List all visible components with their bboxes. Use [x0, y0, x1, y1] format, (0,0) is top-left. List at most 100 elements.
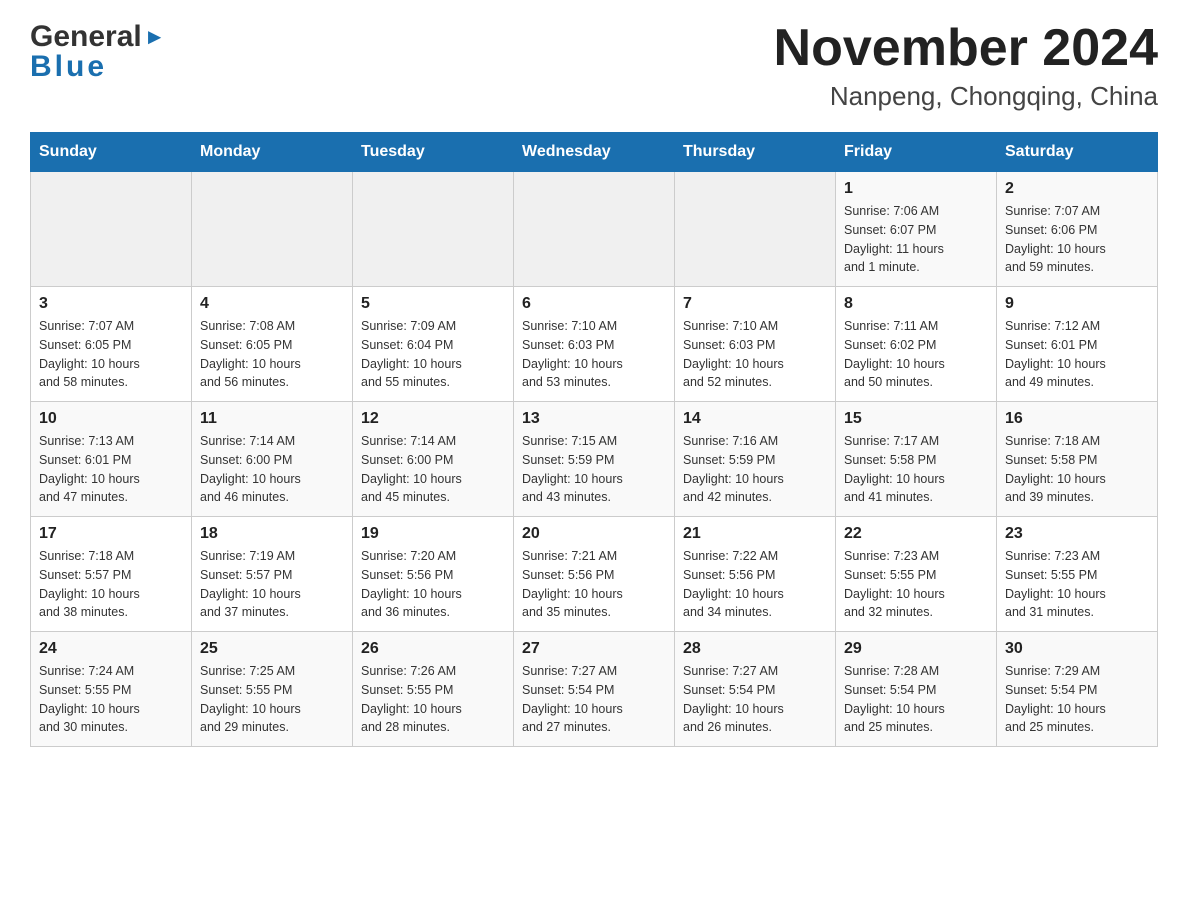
day-info: Sunrise: 7:09 AMSunset: 6:04 PMDaylight:…: [361, 317, 505, 392]
weekday-header-thursday: Thursday: [675, 133, 836, 172]
day-number: 6: [522, 295, 666, 313]
day-info: Sunrise: 7:14 AMSunset: 6:00 PMDaylight:…: [361, 432, 505, 507]
day-number: 7: [683, 295, 827, 313]
day-info: Sunrise: 7:11 AMSunset: 6:02 PMDaylight:…: [844, 317, 988, 392]
calendar-cell: 20 Sunrise: 7:21 AMSunset: 5:56 PMDayligh…: [514, 517, 675, 632]
calendar-cell: 15 Sunrise: 7:17 AMSunset: 5:58 PMDayligh…: [836, 402, 997, 517]
calendar-cell: 3 Sunrise: 7:07 AMSunset: 6:05 PMDaylight…: [31, 287, 192, 402]
calendar-table: SundayMondayTuesdayWednesdayThursdayFrid…: [30, 132, 1158, 747]
header: General► Blue November 2024 Nanpeng, Cho…: [30, 20, 1158, 112]
calendar-cell: 28 Sunrise: 7:27 AMSunset: 5:54 PMDayligh…: [675, 632, 836, 747]
calendar-cell: 10Sunrise: 7:13 AMSunset: 6:01 PMDayligh…: [31, 402, 192, 517]
calendar-cell: [31, 172, 192, 287]
calendar-cell: 11Sunrise: 7:14 AMSunset: 6:00 PMDayligh…: [192, 402, 353, 517]
calendar-cell: 14 Sunrise: 7:16 AMSunset: 5:59 PMDayligh…: [675, 402, 836, 517]
day-number: 15: [844, 410, 988, 428]
calendar-week-3: 10Sunrise: 7:13 AMSunset: 6:01 PMDayligh…: [31, 402, 1158, 517]
location-title: Nanpeng, Chongqing, China: [774, 81, 1158, 112]
day-number: 4: [200, 295, 344, 313]
calendar-cell: 6 Sunrise: 7:10 AMSunset: 6:03 PMDaylight…: [514, 287, 675, 402]
calendar-week-1: 1Sunrise: 7:06 AMSunset: 6:07 PMDaylight…: [31, 172, 1158, 287]
day-info: Sunrise: 7:27 AMSunset: 5:54 PMDaylight:…: [522, 662, 666, 737]
day-number: 29: [844, 640, 988, 658]
logo-line1: General►: [30, 20, 166, 54]
weekday-header-monday: Monday: [192, 133, 353, 172]
day-info: Sunrise: 7:16 AMSunset: 5:59 PMDaylight:…: [683, 432, 827, 507]
calendar-cell: [353, 172, 514, 287]
weekday-header-friday: Friday: [836, 133, 997, 172]
day-number: 25: [200, 640, 344, 658]
day-info: Sunrise: 7:08 AMSunset: 6:05 PMDaylight:…: [200, 317, 344, 392]
day-number: 10: [39, 410, 183, 428]
calendar-body: 1Sunrise: 7:06 AMSunset: 6:07 PMDaylight…: [31, 172, 1158, 747]
calendar-cell: 2Sunrise: 7:07 AMSunset: 6:06 PMDaylight…: [997, 172, 1158, 287]
day-number: 26: [361, 640, 505, 658]
day-number: 28: [683, 640, 827, 658]
calendar-cell: 27 Sunrise: 7:27 AMSunset: 5:54 PMDayligh…: [514, 632, 675, 747]
day-number: 13: [522, 410, 666, 428]
calendar-cell: [514, 172, 675, 287]
day-info: Sunrise: 7:15 AMSunset: 5:59 PMDaylight:…: [522, 432, 666, 507]
month-title: November 2024: [774, 20, 1158, 77]
weekday-header-saturday: Saturday: [997, 133, 1158, 172]
calendar-week-2: 3 Sunrise: 7:07 AMSunset: 6:05 PMDaylight…: [31, 287, 1158, 402]
day-info: Sunrise: 7:19 AMSunset: 5:57 PMDaylight:…: [200, 547, 344, 622]
logo-general-text: General: [30, 20, 142, 54]
calendar-cell: 12 Sunrise: 7:14 AMSunset: 6:00 PMDayligh…: [353, 402, 514, 517]
day-number: 19: [361, 525, 505, 543]
calendar-week-5: 24 Sunrise: 7:24 AMSunset: 5:55 PMDayligh…: [31, 632, 1158, 747]
calendar-cell: 5 Sunrise: 7:09 AMSunset: 6:04 PMDaylight…: [353, 287, 514, 402]
day-number: 22: [844, 525, 988, 543]
day-info: Sunrise: 7:07 AMSunset: 6:05 PMDaylight:…: [39, 317, 183, 392]
day-number: 20: [522, 525, 666, 543]
day-info: Sunrise: 7:25 AMSunset: 5:55 PMDaylight:…: [200, 662, 344, 737]
weekday-header-sunday: Sunday: [31, 133, 192, 172]
calendar-header: SundayMondayTuesdayWednesdayThursdayFrid…: [31, 133, 1158, 172]
day-number: 5: [361, 295, 505, 313]
weekday-header-tuesday: Tuesday: [353, 133, 514, 172]
day-number: 21: [683, 525, 827, 543]
calendar-cell: 18 Sunrise: 7:19 AMSunset: 5:57 PMDayligh…: [192, 517, 353, 632]
day-info: Sunrise: 7:18 AMSunset: 5:57 PMDaylight:…: [39, 547, 183, 622]
calendar-cell: 16 Sunrise: 7:18 AMSunset: 5:58 PMDayligh…: [997, 402, 1158, 517]
calendar-cell: 7Sunrise: 7:10 AMSunset: 6:03 PMDaylight…: [675, 287, 836, 402]
day-number: 24: [39, 640, 183, 658]
calendar-cell: 1Sunrise: 7:06 AMSunset: 6:07 PMDaylight…: [836, 172, 997, 287]
day-info: Sunrise: 7:07 AMSunset: 6:06 PMDaylight:…: [1005, 202, 1149, 277]
calendar-cell: 24 Sunrise: 7:24 AMSunset: 5:55 PMDayligh…: [31, 632, 192, 747]
calendar-cell: 29 Sunrise: 7:28 AMSunset: 5:54 PMDayligh…: [836, 632, 997, 747]
day-number: 16: [1005, 410, 1149, 428]
calendar-cell: 13 Sunrise: 7:15 AMSunset: 5:59 PMDayligh…: [514, 402, 675, 517]
day-number: 27: [522, 640, 666, 658]
day-info: Sunrise: 7:12 AMSunset: 6:01 PMDaylight:…: [1005, 317, 1149, 392]
calendar-cell: 25 Sunrise: 7:25 AMSunset: 5:55 PMDayligh…: [192, 632, 353, 747]
day-info: Sunrise: 7:27 AMSunset: 5:54 PMDaylight:…: [683, 662, 827, 737]
logo-line2: Blue: [30, 50, 166, 84]
day-info: Sunrise: 7:26 AMSunset: 5:55 PMDaylight:…: [361, 662, 505, 737]
day-info: Sunrise: 7:23 AMSunset: 5:55 PMDaylight:…: [844, 547, 988, 622]
calendar-cell: 19Sunrise: 7:20 AMSunset: 5:56 PMDayligh…: [353, 517, 514, 632]
day-number: 3: [39, 295, 183, 313]
day-number: 17: [39, 525, 183, 543]
day-info: Sunrise: 7:10 AMSunset: 6:03 PMDaylight:…: [522, 317, 666, 392]
day-number: 12: [361, 410, 505, 428]
day-info: Sunrise: 7:24 AMSunset: 5:55 PMDaylight:…: [39, 662, 183, 737]
calendar-cell: 26 Sunrise: 7:26 AMSunset: 5:55 PMDayligh…: [353, 632, 514, 747]
calendar-cell: 30Sunrise: 7:29 AMSunset: 5:54 PMDayligh…: [997, 632, 1158, 747]
day-number: 23: [1005, 525, 1149, 543]
logo: General► Blue: [30, 20, 166, 84]
calendar-cell: 22 Sunrise: 7:23 AMSunset: 5:55 PMDayligh…: [836, 517, 997, 632]
calendar-cell: 21Sunrise: 7:22 AMSunset: 5:56 PMDayligh…: [675, 517, 836, 632]
day-number: 18: [200, 525, 344, 543]
day-info: Sunrise: 7:21 AMSunset: 5:56 PMDaylight:…: [522, 547, 666, 622]
calendar-cell: [675, 172, 836, 287]
title-area: November 2024 Nanpeng, Chongqing, China: [774, 20, 1158, 112]
day-info: Sunrise: 7:18 AMSunset: 5:58 PMDaylight:…: [1005, 432, 1149, 507]
day-info: Sunrise: 7:28 AMSunset: 5:54 PMDaylight:…: [844, 662, 988, 737]
header-row: SundayMondayTuesdayWednesdayThursdayFrid…: [31, 133, 1158, 172]
day-number: 14: [683, 410, 827, 428]
calendar-cell: [192, 172, 353, 287]
day-info: Sunrise: 7:29 AMSunset: 5:54 PMDaylight:…: [1005, 662, 1149, 737]
day-info: Sunrise: 7:17 AMSunset: 5:58 PMDaylight:…: [844, 432, 988, 507]
calendar-cell: 4 Sunrise: 7:08 AMSunset: 6:05 PMDaylight…: [192, 287, 353, 402]
